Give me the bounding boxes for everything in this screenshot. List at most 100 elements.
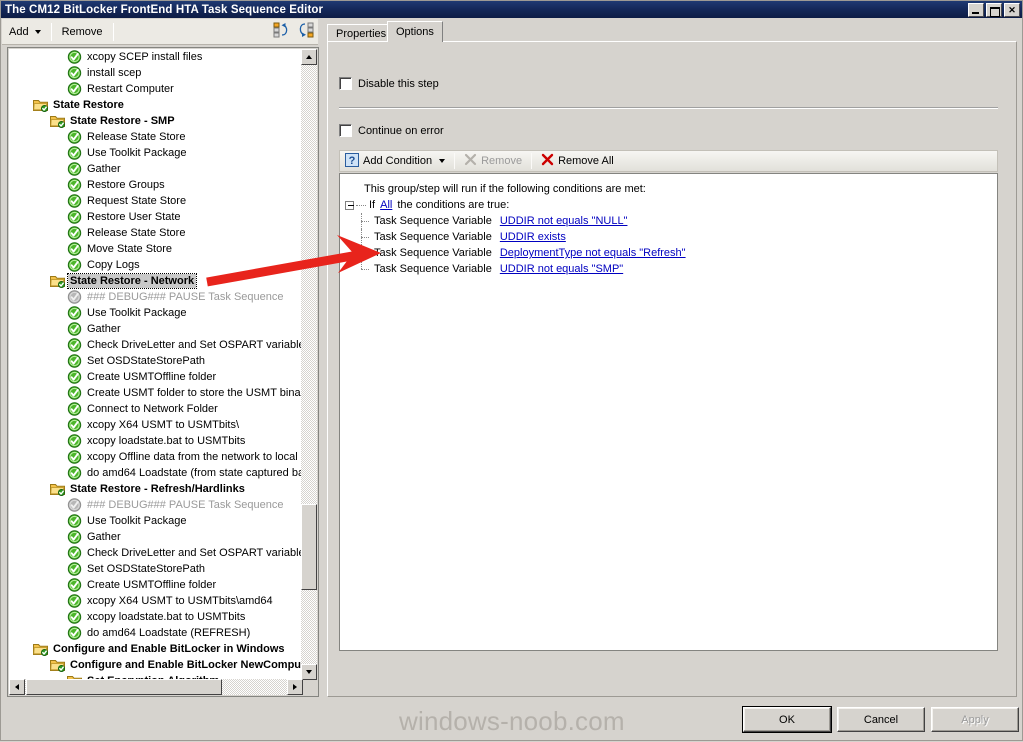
check-green-icon — [67, 370, 83, 384]
tree-item[interactable]: xcopy X64 USMT to USMTbits\ — [9, 417, 303, 433]
conditions-if-row[interactable]: If All the conditions are true: — [340, 197, 997, 213]
add-button[interactable]: Add — [2, 21, 48, 43]
remove-button[interactable]: Remove — [55, 21, 110, 43]
folder-green-icon — [50, 274, 66, 288]
disable-step-row[interactable]: Disable this step — [339, 77, 439, 90]
tab-properties[interactable]: Properties — [327, 24, 396, 42]
tree-item[interactable]: Copy Logs — [9, 257, 303, 273]
tree-item[interactable]: Use Toolkit Package — [9, 305, 303, 321]
condition-row[interactable]: Task Sequence Variable UDDIR not equals "… — [340, 213, 997, 229]
condition-expression-link[interactable]: UDDIR not equals "SMP" — [500, 261, 623, 277]
ok-button[interactable]: OK — [742, 706, 832, 733]
tree-item[interactable]: State Restore - Refresh/Hardlinks — [9, 481, 303, 497]
tree-item[interactable]: xcopy SCEP install files — [9, 49, 303, 65]
x-red-icon — [541, 153, 554, 169]
close-button[interactable]: ✕ — [1004, 3, 1020, 17]
check-green-icon — [67, 546, 83, 560]
tree-item[interactable]: do amd64 Loadstate (REFRESH) — [9, 625, 303, 641]
move-up-button[interactable] — [270, 21, 294, 43]
add-condition-button[interactable]: ? Add Condition — [340, 151, 450, 171]
scroll-up-button[interactable] — [301, 49, 317, 65]
tree-item-label: Set OSDStateStorePath — [87, 563, 206, 575]
add-button-label: Add — [9, 25, 29, 38]
tree-item-label: xcopy X64 USMT to USMTbits\amd64 — [87, 595, 273, 607]
condition-row[interactable]: Task Sequence Variable UDDIR exists — [340, 229, 997, 245]
tree-item[interactable]: State Restore — [9, 97, 303, 113]
cancel-button[interactable]: Cancel — [837, 707, 925, 732]
chevron-down-icon — [439, 159, 446, 163]
tree-item[interactable]: Restore Groups — [9, 177, 303, 193]
tree-item-label: Configure and Enable BitLocker in Window… — [53, 643, 285, 655]
tree-item[interactable]: State Restore - Network — [9, 273, 303, 289]
tree-item[interactable]: ### DEBUG### PAUSE Task Sequence — [9, 497, 303, 513]
check-green-icon — [67, 530, 83, 544]
if-prefix-label: If — [369, 199, 376, 211]
tree-item[interactable]: Use Toolkit Package — [9, 513, 303, 529]
tree-item[interactable]: Gather — [9, 321, 303, 337]
tree-item[interactable]: State Restore - SMP — [9, 113, 303, 129]
condition-row[interactable]: Task Sequence Variable DeploymentType not… — [340, 245, 997, 261]
move-down-button[interactable] — [294, 21, 318, 43]
check-green-icon — [67, 338, 83, 352]
tree-item-label: Connect to Network Folder — [87, 403, 218, 415]
tree-item[interactable]: xcopy Offline data from the network to l… — [9, 449, 303, 465]
tree-horizontal-scrollbar[interactable] — [9, 679, 303, 695]
tree-item[interactable]: Set OSDStateStorePath — [9, 561, 303, 577]
tree-item[interactable]: Restart Computer — [9, 81, 303, 97]
scroll-down-button[interactable] — [301, 664, 317, 680]
continue-on-error-checkbox[interactable] — [339, 124, 352, 137]
tree-item[interactable]: Configure and Enable BitLocker NewComput… — [9, 657, 303, 673]
horizontal-scroll-thumb[interactable] — [26, 679, 222, 695]
condition-expression-link[interactable]: DeploymentType not equals "Refresh" — [500, 245, 686, 261]
minimize-icon — [969, 4, 983, 16]
tree-item[interactable]: Set OSDStateStorePath — [9, 353, 303, 369]
tree-item[interactable]: Gather — [9, 529, 303, 545]
tree-item[interactable]: install scep — [9, 65, 303, 81]
toolbar-separator-2 — [112, 22, 114, 41]
tree-item[interactable]: Restore User State — [9, 209, 303, 225]
tree-item[interactable]: do amd64 Loadstate (from state captured … — [9, 465, 303, 481]
tree-item[interactable]: Check DriveLetter and Set OSPART variabl… — [9, 337, 303, 353]
restore-button[interactable] — [986, 3, 1002, 17]
tree-item[interactable]: Use Toolkit Package — [9, 145, 303, 161]
task-sequence-tree[interactable]: xcopy SCEP install files install scep Rest… — [9, 49, 303, 680]
tree-item[interactable]: Move State Store — [9, 241, 303, 257]
conditions-list[interactable]: This group/step will run if the followin… — [339, 173, 998, 651]
conditions-header: This group/step will run if the followin… — [364, 183, 646, 195]
tree-item-label: do amd64 Loadstate (REFRESH) — [87, 627, 251, 639]
tree-item[interactable]: Create USMT folder to store the USMT bin… — [9, 385, 303, 401]
scroll-right-button[interactable] — [287, 679, 303, 695]
tree-item[interactable]: Release State Store — [9, 225, 303, 241]
tree-item-label: State Restore — [53, 99, 124, 111]
check-green-icon — [67, 306, 83, 320]
tree-item[interactable]: Request State Store — [9, 193, 303, 209]
tree-item[interactable]: ### DEBUG### PAUSE Task Sequence — [9, 289, 303, 305]
condition-expression-link[interactable]: UDDIR exists — [500, 229, 566, 245]
tree-item[interactable]: Create USMTOffline folder — [9, 577, 303, 593]
tree-item[interactable]: Connect to Network Folder — [9, 401, 303, 417]
tree-vertical-scrollbar[interactable] — [301, 49, 317, 680]
tree-item-label: Restore User State — [87, 211, 181, 223]
tree-item[interactable]: xcopy loadstate.bat to USMTbits — [9, 433, 303, 449]
condition-row[interactable]: Task Sequence Variable UDDIR not equals "… — [340, 261, 997, 277]
tree-item-label: State Restore - SMP — [70, 115, 175, 127]
tree-item[interactable]: Configure and Enable BitLocker in Window… — [9, 641, 303, 657]
tree-item[interactable]: Release State Store — [9, 129, 303, 145]
tree-item[interactable]: Create USMTOffline folder — [9, 369, 303, 385]
remove-all-conditions-button[interactable]: Remove All — [536, 151, 619, 171]
tree-item[interactable]: xcopy X64 USMT to USMTbits\amd64 — [9, 593, 303, 609]
check-green-icon — [67, 242, 83, 256]
scroll-left-button[interactable] — [9, 679, 25, 695]
apply-button: Apply — [931, 707, 1019, 732]
continue-on-error-row[interactable]: Continue on error — [339, 124, 444, 137]
tab-options[interactable]: Options — [387, 21, 443, 42]
tree-item[interactable]: xcopy loadstate.bat to USMTbits — [9, 609, 303, 625]
tree-item[interactable]: Check DriveLetter and Set OSPART variabl… — [9, 545, 303, 561]
disable-step-checkbox[interactable] — [339, 77, 352, 90]
tree-item[interactable]: Gather — [9, 161, 303, 177]
if-operator-link[interactable]: All — [380, 197, 392, 213]
condition-expression-link[interactable]: UDDIR not equals "NULL" — [500, 213, 628, 229]
collapse-icon[interactable] — [345, 200, 354, 210]
vertical-scroll-thumb[interactable] — [301, 504, 317, 590]
minimize-button[interactable] — [968, 3, 984, 17]
